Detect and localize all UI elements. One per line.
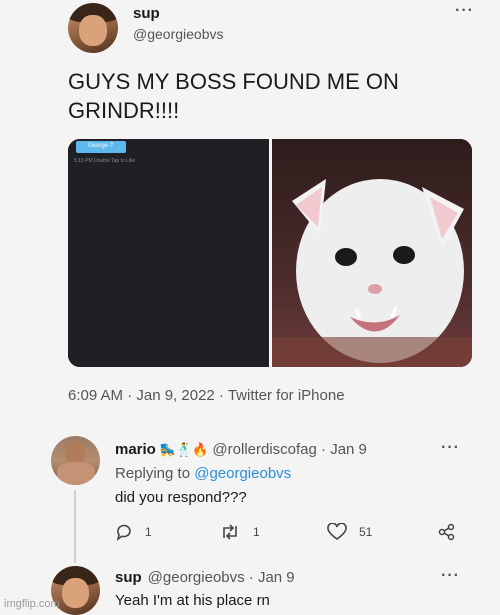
tweet-timestamp[interactable]: 6:09 AM · Jan 9, 2022 · Twitter for iPho… xyxy=(68,387,345,404)
tweet-media[interactable]: George ? 5:15 PM Double Tap to Like xyxy=(68,139,472,367)
retweet-icon xyxy=(223,524,237,540)
author-name[interactable]: sup xyxy=(133,5,160,22)
tweet-text-line2: GRINDR!!!! xyxy=(68,98,180,123)
chat-badge: George ? xyxy=(76,141,126,153)
heart-icon xyxy=(327,523,347,540)
reply2-text: Yeah I'm at his place rn xyxy=(115,592,270,609)
chat-subtext: 5:15 PM Double Tap to Like xyxy=(74,158,136,164)
retweet-count: 1 xyxy=(253,525,260,539)
reply2-author-name[interactable]: sup xyxy=(115,569,142,586)
reply-avatar-mario[interactable] xyxy=(51,436,100,485)
avatar[interactable] xyxy=(68,3,118,53)
kitten-photo xyxy=(272,179,472,367)
author-handle[interactable]: @georgieobvs xyxy=(133,26,224,42)
tweet-text: GUYS MY BOSS FOUND ME ON GRINDR!!!! xyxy=(68,67,399,125)
reply-author-name[interactable]: mario xyxy=(115,441,156,458)
replying-to: Replying to @georgieobvs xyxy=(115,465,291,482)
reply2-handle-date[interactable]: @georgieobvs · Jan 9 xyxy=(148,569,295,586)
reply-action[interactable]: 1 xyxy=(115,523,152,541)
tweet-text-line1: GUYS MY BOSS FOUND ME ON xyxy=(68,69,399,94)
retweet-action[interactable]: 1 xyxy=(219,523,260,541)
share-icon xyxy=(438,523,455,541)
reply2-more-options-icon[interactable]: ··· xyxy=(441,567,460,585)
reply-author-emojis: 🛼🕺🔥 xyxy=(159,441,209,457)
watermark: imgflip.com xyxy=(4,598,60,610)
more-options-icon[interactable]: ··· xyxy=(455,2,474,20)
reply-count: 1 xyxy=(145,525,152,539)
media-right-panel[interactable] xyxy=(272,139,472,367)
reply2-header: sup @georgieobvs · Jan 9 xyxy=(115,569,295,586)
media-left-panel[interactable]: George ? 5:15 PM Double Tap to Like xyxy=(68,139,269,367)
chat-badge-label: George ? xyxy=(88,143,114,149)
like-action[interactable]: 51 xyxy=(327,523,372,541)
share-action[interactable] xyxy=(438,523,456,541)
replying-to-prefix: Replying to xyxy=(115,465,195,482)
replying-to-handle-link[interactable]: @georgieobvs xyxy=(194,465,291,482)
reply-handle-date[interactable]: @rollerdiscofag · Jan 9 xyxy=(212,441,366,458)
reply-header: mario 🛼🕺🔥 @rollerdiscofag · Jan 9 xyxy=(115,441,367,458)
thread-line xyxy=(74,490,76,563)
reply-more-options-icon[interactable]: ··· xyxy=(441,439,460,457)
like-count: 51 xyxy=(359,525,373,539)
reply-text: did you respond??? xyxy=(115,489,247,506)
reply-icon xyxy=(116,524,131,541)
